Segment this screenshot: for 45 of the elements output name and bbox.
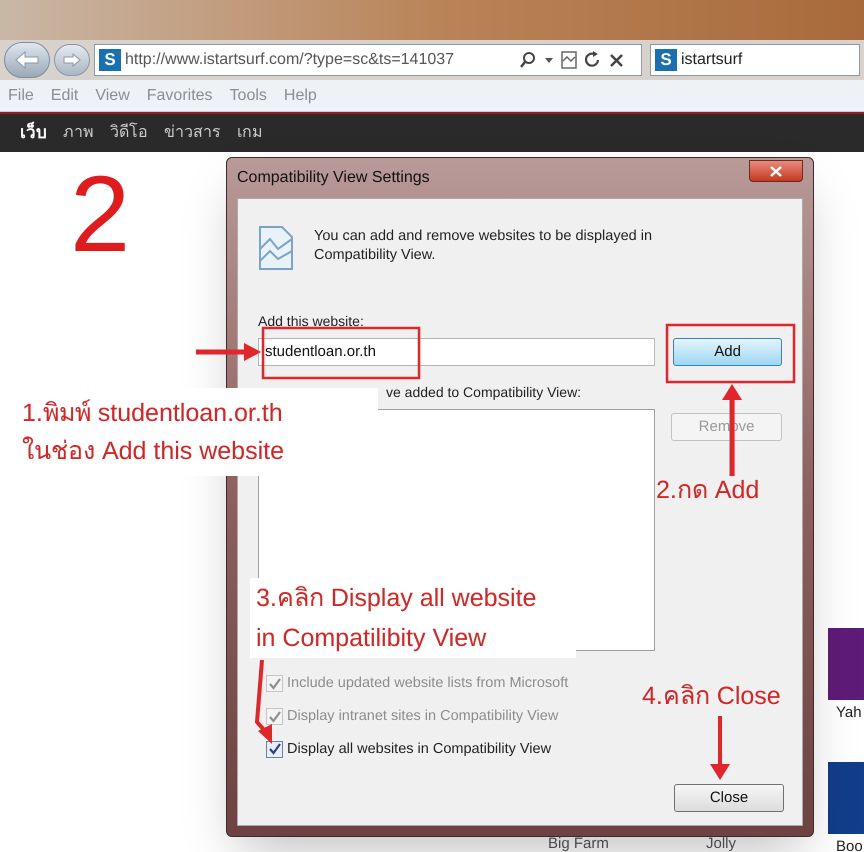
app-tile[interactable] — [828, 762, 864, 834]
document-icon — [258, 225, 294, 271]
address-field[interactable]: http://www.istartsurf.com/?type=sc&ts=141037 — [125, 48, 511, 72]
refresh-icon[interactable] — [585, 51, 601, 69]
add-button[interactable]: Add — [673, 338, 782, 366]
dialog-description: You can add and remove websites to be displayed in Compatibility View. — [314, 227, 654, 265]
browser-tab[interactable]: S istartsurf — [650, 44, 860, 76]
close-button[interactable] — [749, 160, 803, 182]
list-label: ve added to Compatibility View: — [386, 383, 582, 402]
website-input-field[interactable]: studentloan.or.th — [258, 338, 656, 366]
annotation-text: in Compatilibity View — [256, 623, 488, 654]
annotation-text: 3.คลิก Display all website — [256, 583, 538, 614]
right-arrow-icon — [62, 53, 82, 67]
left-arrow-icon — [14, 51, 40, 69]
app-tile[interactable] — [828, 628, 864, 700]
field-label: Add this website: — [258, 312, 364, 331]
forward-button[interactable] — [54, 44, 90, 76]
tile-label[interactable]: Yah — [836, 702, 862, 724]
nav-tab[interactable]: ข่าวสาร — [164, 121, 221, 145]
game-label[interactable]: Jolly — [706, 836, 736, 851]
checkbox-label[interactable]: Display all websites in Compatibility View — [287, 738, 552, 760]
favicon-icon: S — [99, 49, 121, 71]
compatibility-icon[interactable] — [561, 51, 577, 69]
dropdown-icon[interactable] — [545, 58, 553, 62]
nav-tab[interactable]: เกม — [237, 121, 263, 145]
step-number: 2 — [70, 160, 130, 268]
nav-tab[interactable]: เว็บ — [20, 120, 47, 146]
arrow — [710, 716, 730, 780]
checkbox[interactable] — [266, 740, 283, 758]
favicon-icon: S — [655, 49, 677, 71]
tile-label[interactable]: Boo — [836, 836, 863, 852]
arrow — [196, 343, 261, 361]
annotation-text: 2.กด Add — [656, 475, 760, 506]
annotation-text: 1.พิมพ์ studentloan.or.th — [22, 398, 284, 429]
close-icon — [770, 166, 782, 176]
annotation-text: 4.คลิก Close — [642, 681, 782, 712]
annotation-text: ในช่อง Add this website — [22, 436, 285, 467]
back-button[interactable] — [4, 42, 50, 78]
nav-tab[interactable]: ภาพ — [63, 121, 94, 145]
dialog-title: Compatibility View Settings — [237, 168, 430, 188]
close-button[interactable]: Close — [674, 784, 784, 812]
game-label[interactable]: Big Farm — [548, 836, 609, 851]
close-icon[interactable] — [609, 52, 624, 68]
search-icon[interactable] — [519, 51, 537, 69]
nav-tab[interactable]: วิดีโอ — [110, 121, 148, 145]
